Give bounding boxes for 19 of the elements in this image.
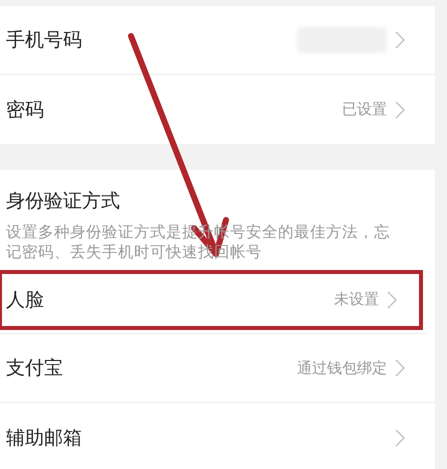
settings-row[interactable]: 支付宝 通过钱包绑定 bbox=[0, 334, 435, 403]
section-title: 身份验证方式 bbox=[5, 189, 121, 214]
settings-row[interactable]: 密码 已设置 bbox=[0, 75, 435, 144]
row-label: 人脸 bbox=[6, 288, 44, 312]
chevron-icon bbox=[395, 31, 405, 49]
row-value: 未设置 bbox=[334, 290, 379, 309]
row-label: 密码 bbox=[6, 98, 44, 122]
settings-row[interactable]: 人脸 未设置 bbox=[0, 266, 427, 334]
row-label: 辅助邮箱 bbox=[6, 426, 82, 450]
row-label: 支付宝 bbox=[6, 356, 63, 381]
row-label: 手机号码 bbox=[6, 28, 82, 53]
row-value: 通过钱包绑定 bbox=[297, 358, 387, 378]
chevron-icon bbox=[395, 100, 405, 118]
settings-row[interactable]: 手机号码 bbox=[0, 6, 435, 75]
chevron-icon bbox=[395, 428, 405, 446]
row-value: 已设置 bbox=[342, 100, 387, 119]
chevron-icon bbox=[395, 359, 405, 377]
settings-row[interactable]: 辅助邮箱 bbox=[0, 403, 435, 469]
chevron-icon bbox=[387, 290, 397, 308]
